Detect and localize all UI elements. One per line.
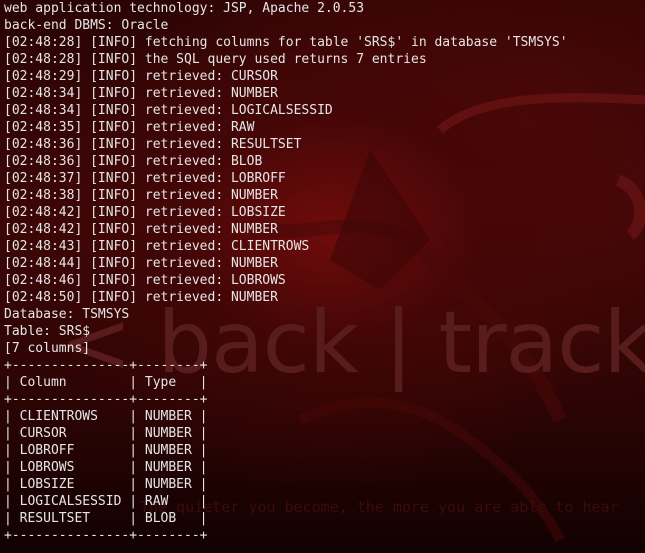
terminal-line: [02:48:34] [INFO] retrieved: LOGICALSESS…	[4, 103, 333, 118]
terminal-line: [7 columns]	[4, 341, 91, 356]
terminal-line: Database: TSMSYS	[4, 307, 130, 322]
terminal-line: [02:48:28] [INFO] the SQL query used ret…	[4, 52, 427, 67]
terminal-line: | LOBROFF | NUMBER |	[4, 443, 208, 458]
terminal-line: [02:48:36] [INFO] retrieved: RESULTSET	[4, 137, 302, 152]
terminal-line: | RESULTSET | BLOB |	[4, 511, 208, 526]
terminal-output: web application technology: JSP, Apache …	[4, 0, 568, 544]
terminal-line: | Column | Type |	[4, 375, 208, 390]
terminal-line: [02:48:37] [INFO] retrieved: LOBROFF	[4, 171, 286, 186]
terminal-line: +---------------+--------+	[4, 358, 208, 373]
terminal-line: [02:48:50] [INFO] retrieved: NUMBER	[4, 290, 278, 305]
terminal-line: [02:48:28] [INFO] fetching columns for t…	[4, 35, 568, 50]
terminal-line: [02:48:44] [INFO] retrieved: NUMBER	[4, 256, 278, 271]
terminal-line: back-end DBMS: Oracle	[4, 18, 169, 33]
terminal-line: [02:48:42] [INFO] retrieved: NUMBER	[4, 222, 278, 237]
terminal-line: +---------------+--------+	[4, 392, 208, 407]
terminal-line: [02:48:34] [INFO] retrieved: NUMBER	[4, 86, 278, 101]
terminal-line: [02:48:43] [INFO] retrieved: CLIENTROWS	[4, 239, 310, 254]
terminal-line: [02:48:38] [INFO] retrieved: NUMBER	[4, 188, 278, 203]
terminal-line: | LOGICALSESSID | RAW |	[4, 494, 208, 509]
terminal-line: [02:48:36] [INFO] retrieved: BLOB	[4, 154, 263, 169]
terminal-line: | CLIENTROWS | NUMBER |	[4, 409, 208, 424]
terminal-line: +---------------+--------+	[4, 528, 208, 543]
terminal-line: | LOBROWS | NUMBER |	[4, 460, 208, 475]
terminal-line: Table: SRS$	[4, 324, 91, 339]
terminal-line: [02:48:46] [INFO] retrieved: LOBROWS	[4, 273, 286, 288]
terminal-line: | CURSOR | NUMBER |	[4, 426, 208, 441]
terminal-line: web application technology: JSP, Apache …	[4, 1, 365, 16]
terminal-line: [02:48:42] [INFO] retrieved: LOBSIZE	[4, 205, 286, 220]
terminal-line: | LOBSIZE | NUMBER |	[4, 477, 208, 492]
terminal-line: [02:48:35] [INFO] retrieved: RAW	[4, 120, 255, 135]
dragon-tail	[615, 174, 645, 240]
terminal-line: [02:48:29] [INFO] retrieved: CURSOR	[4, 69, 278, 84]
